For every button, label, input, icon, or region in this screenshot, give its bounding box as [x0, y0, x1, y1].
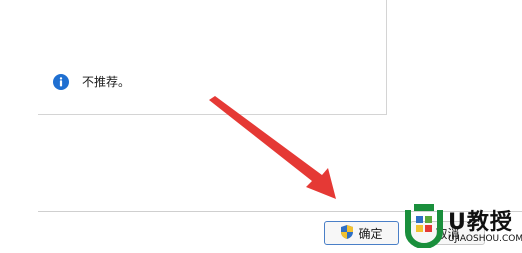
watermark-logo-icon [405, 204, 443, 248]
ok-button-label: 确定 [358, 226, 383, 241]
watermark-title: U教授 [448, 210, 513, 235]
ok-button[interactable]: 确定 [324, 221, 399, 245]
site-watermark: U教授 UJIAOSHOU.COM [404, 200, 522, 250]
watermark-url: UJIAOSHOU.COM [448, 234, 522, 244]
uac-shield-icon [340, 224, 354, 243]
